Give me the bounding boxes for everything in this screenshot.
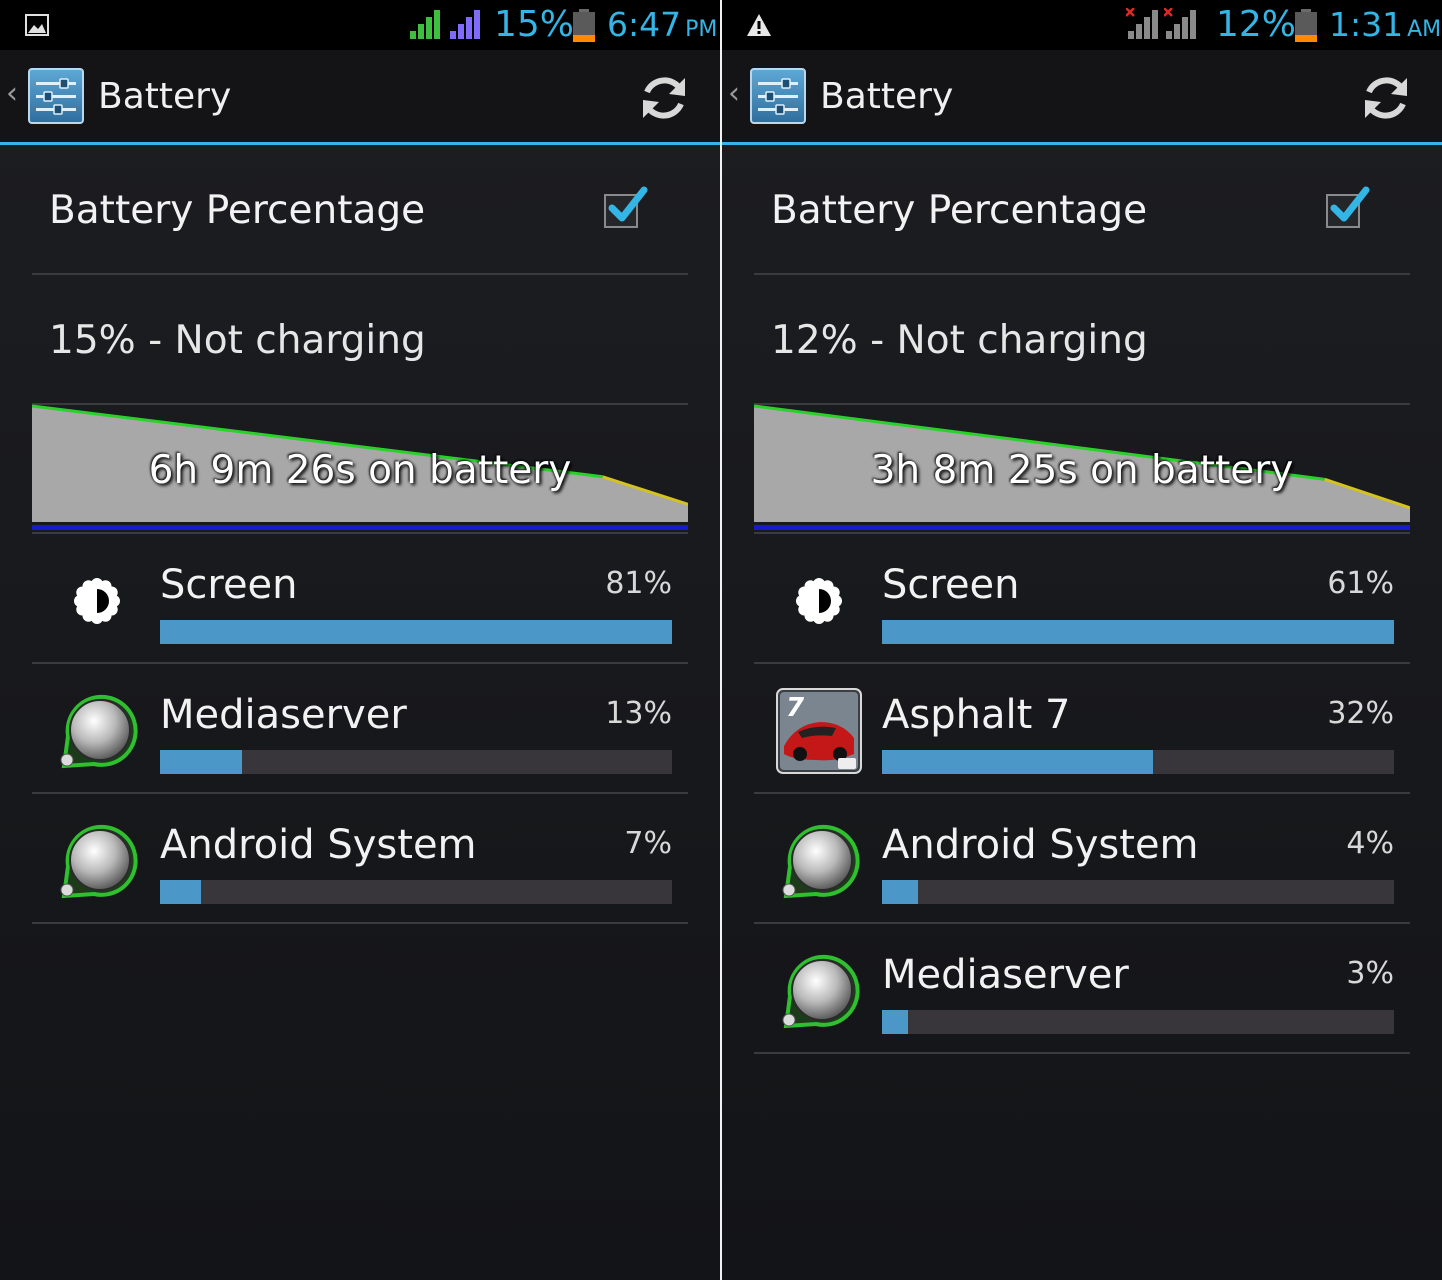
divider (754, 1052, 1410, 1054)
usage-bar-track (160, 620, 672, 644)
usage-item[interactable]: Screen 81% (32, 536, 688, 664)
battery-screen-right: 12% 1:31 AM ‹ Battery Battery Percentage 12% -… (722, 0, 1442, 1280)
signal-strength-icon (1125, 7, 1160, 40)
usage-item[interactable]: Screen 61% (754, 536, 1410, 664)
action-bar: ‹ Battery (0, 50, 720, 145)
asphalt-7-game-icon: 7 (776, 688, 862, 774)
usage-bar-track (160, 750, 672, 774)
time-on-battery: 3h 8m 25s on battery (870, 448, 1294, 493)
usage-bar-fill (160, 620, 672, 644)
usage-item-name: Android System (160, 822, 477, 868)
charging-status: 15% - Not charging (49, 318, 426, 363)
usage-bar-track (882, 880, 1394, 904)
usage-item[interactable]: Android System 7% (32, 796, 688, 924)
battery-percentage-preference[interactable]: Battery Percentage (32, 150, 688, 274)
svg-text:7: 7 (786, 693, 805, 723)
up-navigation-icon[interactable]: ‹ (728, 76, 740, 111)
battery-percentage-preference[interactable]: Battery Percentage (754, 150, 1410, 274)
divider (32, 922, 688, 924)
usage-item-percent: 4% (1346, 826, 1394, 861)
signal-strength-icon (448, 8, 482, 40)
usage-bar-track (882, 1010, 1394, 1034)
refresh-icon[interactable] (1358, 70, 1414, 126)
battery-screen-left: 15% 6:47 PM ‹ Battery Battery Percentage 15% -… (0, 0, 720, 1280)
clock-ampm: AM (1407, 17, 1442, 42)
usage-item-name: Mediaserver (882, 952, 1129, 998)
battery-icon (572, 9, 596, 42)
android-system-icon (54, 688, 140, 774)
page-title: Battery (820, 76, 954, 117)
divider (754, 922, 1410, 924)
divider (754, 273, 1410, 275)
usage-item[interactable]: Mediaserver 3% (754, 926, 1410, 1054)
android-system-icon (776, 818, 862, 904)
usage-bar-track (882, 750, 1394, 774)
image-notification-icon (24, 12, 50, 38)
graph-divider (32, 532, 688, 534)
graph-divider (754, 532, 1410, 534)
clock-time: 1:31 (1329, 5, 1404, 44)
status-battery-percent: 12% (1216, 4, 1297, 45)
signal-strength-icon (1163, 7, 1198, 40)
divider (32, 792, 688, 794)
up-navigation-icon[interactable]: ‹ (6, 76, 18, 111)
battery-percentage-label: Battery Percentage (771, 188, 1148, 233)
brightness-icon (54, 558, 140, 644)
usage-item-name: Android System (882, 822, 1199, 868)
battery-icon (1294, 9, 1318, 42)
status-battery-percent: 15% (494, 4, 575, 45)
refresh-icon[interactable] (636, 70, 692, 126)
usage-bar-fill (882, 880, 918, 904)
divider (32, 273, 688, 275)
clock-time: 6:47 (607, 5, 682, 44)
battery-percentage-checkbox[interactable] (1326, 186, 1370, 228)
usage-bar-fill (882, 750, 1154, 774)
android-system-icon (54, 818, 140, 904)
usage-item-percent: 32% (1327, 696, 1394, 731)
action-bar: ‹ Battery (722, 50, 1442, 145)
usage-item-percent: 7% (624, 826, 672, 861)
android-system-icon (776, 948, 862, 1034)
graph-baseline (32, 525, 688, 530)
signal-strength-icon (408, 8, 442, 40)
status-clock: 1:31 AM (1329, 5, 1441, 44)
divider (754, 662, 1410, 664)
charging-status: 12% - Not charging (771, 318, 1148, 363)
usage-item-percent: 13% (605, 696, 672, 731)
page-title: Battery (98, 76, 232, 117)
usage-item[interactable]: Mediaserver 13% (32, 666, 688, 794)
divider (754, 792, 1410, 794)
brightness-icon (776, 558, 862, 644)
settings-sliders-icon[interactable] (28, 68, 84, 124)
clock-ampm: PM (685, 17, 718, 42)
usage-bar-fill (882, 620, 1394, 644)
divider (32, 662, 688, 664)
usage-item-percent: 81% (605, 566, 672, 601)
battery-history-graph[interactable]: 6h 9m 26s on battery (31, 404, 689, 536)
battery-history-graph[interactable]: 3h 8m 25s on battery (753, 404, 1411, 536)
usage-item-name: Screen (882, 562, 1020, 608)
status-bar: 15% 6:47 PM (0, 0, 720, 50)
status-bar: 12% 1:31 AM (722, 0, 1442, 50)
usage-item[interactable]: Android System 4% (754, 796, 1410, 924)
battery-percentage-label: Battery Percentage (49, 188, 426, 233)
usage-item-percent: 3% (1346, 956, 1394, 991)
usage-item-name: Asphalt 7 (882, 692, 1071, 738)
time-on-battery: 6h 9m 26s on battery (148, 448, 572, 493)
usage-item[interactable]: 7 Asphalt 7 32% (754, 666, 1410, 794)
usage-bar-track (160, 880, 672, 904)
settings-sliders-icon[interactable] (750, 68, 806, 124)
usage-bar-fill (882, 1010, 908, 1034)
usage-bar-track (882, 620, 1394, 644)
usage-item-name: Screen (160, 562, 298, 608)
usage-bar-fill (160, 750, 242, 774)
usage-item-percent: 61% (1327, 566, 1394, 601)
usage-bar-fill (160, 880, 201, 904)
graph-baseline (754, 525, 1410, 530)
usage-item-name: Mediaserver (160, 692, 407, 738)
status-clock: 6:47 PM (607, 5, 717, 44)
battery-percentage-checkbox[interactable] (604, 186, 648, 228)
warning-icon (746, 12, 772, 38)
